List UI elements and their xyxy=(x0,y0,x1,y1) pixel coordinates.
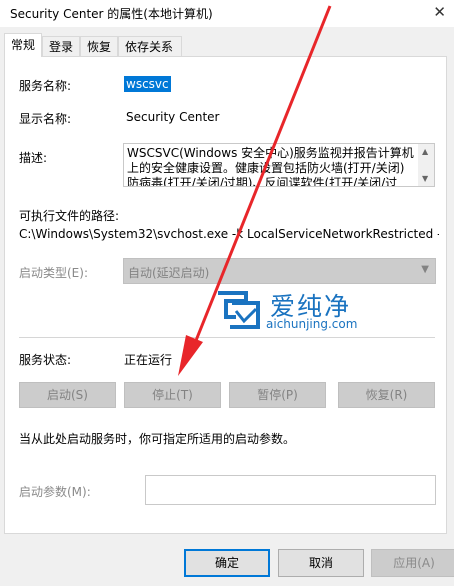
exe-path-field[interactable]: C:\Windows\System32\svchost.exe -k Local… xyxy=(19,227,439,241)
service-name-label: 服务名称: xyxy=(19,79,72,93)
description-line: WSCSVC(Windows 安全中心)服务监视并报告计算机 xyxy=(127,146,414,160)
divider xyxy=(19,337,435,338)
service-name-value[interactable]: wscsvc xyxy=(124,76,171,92)
description-text: WSCSVC(Windows 安全中心)服务监视并报告计算机 上的安全健康设置。… xyxy=(127,146,415,187)
startup-type-value: 自动(延迟启动) xyxy=(128,266,210,280)
description-line: 防病毒(打开/关闭/过期)、反间谍软件(打开/关闭/过 xyxy=(127,176,398,187)
tab-general[interactable]: 常规 xyxy=(4,33,42,57)
start-params-label: 启动参数(M): xyxy=(19,485,91,499)
display-name-label: 显示名称: xyxy=(19,112,72,126)
chevron-down-icon: ▼ xyxy=(421,264,429,275)
description-label: 描述: xyxy=(19,151,48,165)
ok-button[interactable]: 确定 xyxy=(184,549,270,577)
description-line: 上的安全健康设置。健康设置包括防火墙(打开/关闭) xyxy=(127,161,405,175)
start-params-input[interactable] xyxy=(145,475,436,505)
description-scrollbar[interactable]: ▲ ▼ xyxy=(418,144,434,186)
cancel-button[interactable]: 取消 xyxy=(278,549,364,577)
tab-dependencies[interactable]: 依存关系 xyxy=(118,36,182,56)
scroll-up-icon[interactable]: ▲ xyxy=(422,147,428,156)
window-title: Security Center 的属性(本地计算机) xyxy=(10,7,213,21)
apply-button[interactable]: 应用(A) xyxy=(371,549,454,577)
exe-path-label: 可执行文件的路径: xyxy=(19,209,120,223)
start-params-hint: 当从此处启动服务时，你可指定所适用的启动参数。 xyxy=(19,432,296,446)
scroll-down-icon[interactable]: ▼ xyxy=(422,174,428,183)
pause-button[interactable]: 暂停(P) xyxy=(229,382,326,408)
watermark-logo: 爱纯净 aichunjing.com xyxy=(212,285,382,335)
display-name-value[interactable]: Security Center xyxy=(126,110,219,124)
stop-button[interactable]: 停止(T) xyxy=(124,382,221,408)
exe-path-value: C:\Windows\System32\svchost.exe -k Local… xyxy=(19,227,439,241)
watermark-domain: aichunjing.com xyxy=(266,317,358,331)
startup-type-label: 启动类型(E): xyxy=(19,266,88,280)
tab-logon[interactable]: 登录 xyxy=(42,36,80,56)
tab-recovery[interactable]: 恢复 xyxy=(80,36,118,56)
startup-type-dropdown[interactable]: 自动(延迟启动) ▼ xyxy=(123,258,436,284)
watermark-emblem xyxy=(218,291,260,329)
service-status-value: 正在运行 xyxy=(124,353,173,367)
title-bar: Security Center 的属性(本地计算机) ✕ xyxy=(0,0,454,27)
close-icon[interactable]: ✕ xyxy=(433,3,446,21)
service-status-label: 服务状态: xyxy=(19,353,72,367)
description-box[interactable]: WSCSVC(Windows 安全中心)服务监视并报告计算机 上的安全健康设置。… xyxy=(123,143,435,187)
resume-button[interactable]: 恢复(R) xyxy=(338,382,435,408)
start-button[interactable]: 启动(S) xyxy=(19,382,116,408)
